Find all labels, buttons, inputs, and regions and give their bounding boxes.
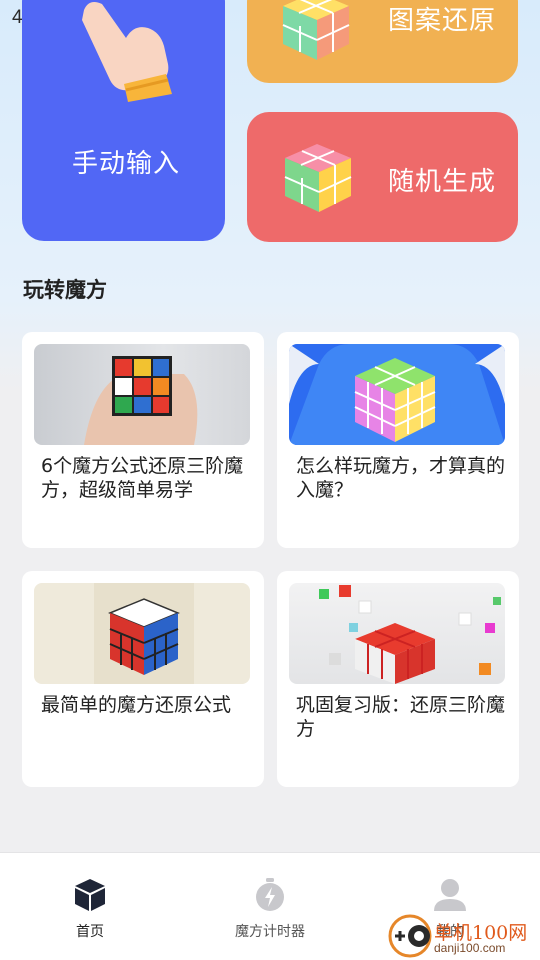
tab-home[interactable]: 首页 <box>0 853 180 960</box>
random-generate-label: 随机生成 <box>388 167 497 197</box>
tab-timer[interactable]: 魔方计时器 <box>180 853 360 960</box>
tab-label: 首页 <box>76 924 104 940</box>
site-watermark: 单机100网 danji100.com <box>388 910 540 958</box>
pattern-restore-label: 图案还原 <box>388 6 497 36</box>
manual-input-card[interactable]: 手动输入 <box>22 0 225 241</box>
pattern-restore-card[interactable]: 图案还原 <box>247 0 518 83</box>
article-title: 最简单的魔方还原公式 <box>41 694 232 716</box>
cube-icon <box>75 879 105 911</box>
article-card[interactable]: 怎么样玩魔方，才算真的入魔？ <box>277 332 519 548</box>
cube-icon <box>282 0 350 60</box>
hand-icon <box>82 2 172 102</box>
stopwatch-icon <box>256 878 284 911</box>
article-title: 怎么样玩魔方，才算真的入魔？ <box>296 455 506 501</box>
cube-icon <box>284 144 352 212</box>
article-card[interactable]: 6个魔方公式还原三阶魔方，超级简单易学 <box>22 332 264 548</box>
user-icon <box>434 879 466 911</box>
article-thumbnail <box>34 344 250 445</box>
article-thumbnail <box>289 344 505 445</box>
random-generate-card[interactable]: 随机生成 <box>247 112 518 242</box>
section-title: 玩转魔方 <box>23 278 107 302</box>
article-thumbnail <box>34 583 250 684</box>
article-title: 巩固复习版：还原三阶魔方 <box>296 694 506 740</box>
logo-icon <box>388 914 432 958</box>
watermark-url: danji100.com <box>434 941 506 955</box>
article-thumbnail <box>289 583 505 684</box>
article-card[interactable]: 巩固复习版：还原三阶魔方 <box>277 571 519 787</box>
manual-input-label: 手动输入 <box>72 149 181 179</box>
tab-label: 魔方计时器 <box>235 924 305 940</box>
article-card[interactable]: 最简单的魔方还原公式 <box>22 571 264 787</box>
article-title: 6个魔方公式还原三阶魔方，超级简单易学 <box>41 455 244 501</box>
